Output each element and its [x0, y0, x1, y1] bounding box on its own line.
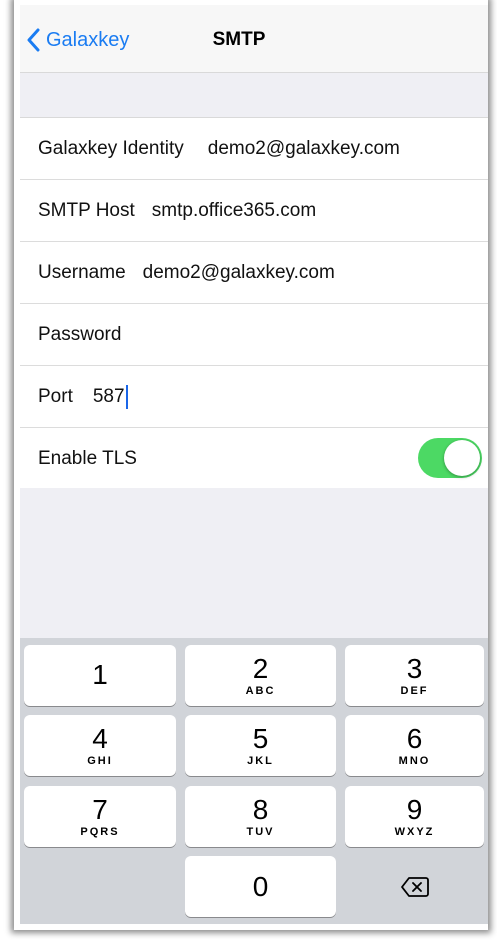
key-1-digit: 1	[92, 658, 108, 690]
key-5-digit: 5	[252, 722, 269, 754]
enable-tls-label: Enable TLS	[38, 447, 137, 469]
smtp-host-label: SMTP Host	[38, 199, 135, 221]
port-label: Port	[38, 385, 73, 407]
key-2-digit: 2	[252, 652, 269, 684]
text-cursor	[125, 384, 128, 409]
key-4-digit: 4	[92, 722, 108, 754]
identity-label: Galaxkey Identity	[38, 137, 184, 159]
enable-tls-row: Enable TLS	[20, 428, 488, 490]
key-8[interactable]: 8 TUV	[185, 786, 336, 847]
numeric-keypad: 1 2 ABC 3 DEF 4 GHI 5 JKL 6 MNO 7 PQRS 8	[20, 638, 488, 924]
key-6-letters: MNO	[398, 754, 431, 767]
key-5-letters: JKL	[247, 754, 274, 767]
key-2-letters: ABC	[245, 684, 276, 697]
section-spacer	[20, 73, 488, 118]
toggle-knob	[444, 440, 480, 476]
identity-value[interactable]: demo2@galaxkey.com	[208, 138, 400, 160]
key-7-letters: PQRS	[80, 825, 120, 838]
identity-row[interactable]: Galaxkey Identity demo2@galaxkey.com	[20, 118, 488, 180]
password-row[interactable]: Password	[20, 304, 488, 366]
key-7[interactable]: 7 PQRS	[24, 786, 176, 847]
enable-tls-toggle[interactable]	[418, 438, 482, 478]
key-8-letters: TUV	[246, 825, 275, 838]
delete-button[interactable]	[345, 856, 484, 917]
smtp-settings-list: Galaxkey Identity demo2@galaxkey.com SMT…	[20, 118, 488, 490]
key-8-digit: 8	[252, 793, 269, 825]
username-label: Username	[38, 261, 126, 283]
port-field[interactable]: 587	[93, 386, 125, 408]
key-7-digit: 7	[92, 793, 108, 825]
backspace-icon	[400, 876, 429, 897]
device-screen: Galaxkey SMTP Galaxkey Identity demo2@ga…	[14, 0, 488, 930]
password-label: Password	[38, 323, 122, 345]
page-title: SMTP	[212, 29, 266, 50]
key-5[interactable]: 5 JKL	[185, 715, 336, 776]
key-3[interactable]: 3 DEF	[345, 645, 484, 706]
key-9-digit: 9	[406, 793, 423, 825]
key-6[interactable]: 6 MNO	[345, 715, 484, 776]
key-1[interactable]: 1	[24, 645, 176, 706]
key-4-letters: GHI	[87, 754, 113, 767]
key-3-letters: DEF	[400, 684, 429, 697]
username-field[interactable]: demo2@galaxkey.com	[143, 262, 335, 284]
key-3-digit: 3	[406, 652, 423, 684]
navigation-bar: Galaxkey SMTP	[20, 5, 488, 73]
smtp-host-field[interactable]: smtp.office365.com	[152, 200, 316, 222]
key-9[interactable]: 9 WXYZ	[345, 786, 484, 847]
port-field-wrap[interactable]: 587	[93, 384, 128, 409]
key-0-digit: 0	[252, 870, 269, 902]
key-6-digit: 6	[406, 722, 423, 754]
key-4[interactable]: 4 GHI	[24, 715, 176, 776]
empty-background	[20, 488, 488, 638]
key-2[interactable]: 2 ABC	[185, 645, 336, 706]
smtp-host-row[interactable]: SMTP Host smtp.office365.com	[20, 180, 488, 242]
username-row[interactable]: Username demo2@galaxkey.com	[20, 242, 488, 304]
port-row[interactable]: Port 587	[20, 366, 488, 428]
key-9-letters: WXYZ	[394, 825, 435, 838]
key-0[interactable]: 0	[185, 856, 336, 917]
